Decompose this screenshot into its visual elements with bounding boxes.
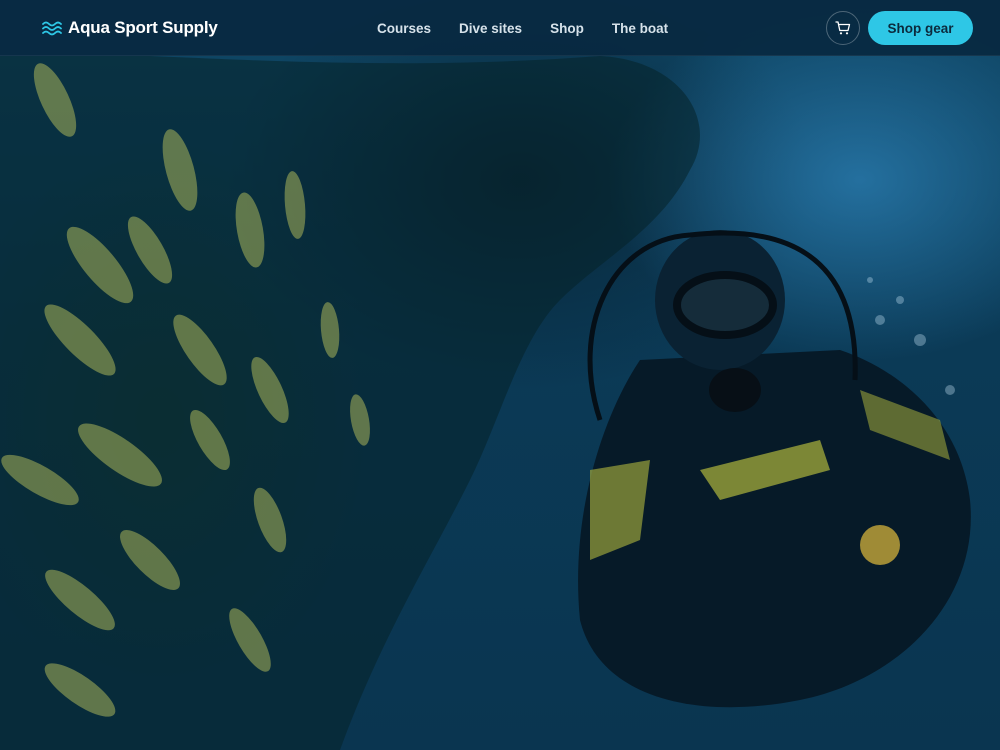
main-nav: Courses Dive sites Shop The boat (377, 0, 668, 56)
hero-illustration (0, 56, 971, 750)
hero-image (0, 0, 1000, 750)
shop-gear-button[interactable]: Shop gear (868, 11, 973, 45)
cart-icon (835, 21, 851, 35)
site-header: Aqua Sport Supply Courses Dive sites Sho… (0, 0, 1000, 56)
nav-item-the-boat[interactable]: The boat (612, 21, 668, 36)
nav-item-shop[interactable]: Shop (550, 21, 584, 36)
brand-logo[interactable]: Aqua Sport Supply (42, 0, 218, 56)
waves-icon (42, 21, 62, 36)
diver-figure (578, 230, 971, 708)
page: Aqua Sport Supply Courses Dive sites Sho… (0, 0, 1000, 750)
brand-name: Aqua Sport Supply (68, 18, 218, 37)
cart-button[interactable] (826, 11, 860, 45)
nav-item-courses[interactable]: Courses (377, 21, 431, 36)
nav-item-dive-sites[interactable]: Dive sites (459, 21, 522, 36)
